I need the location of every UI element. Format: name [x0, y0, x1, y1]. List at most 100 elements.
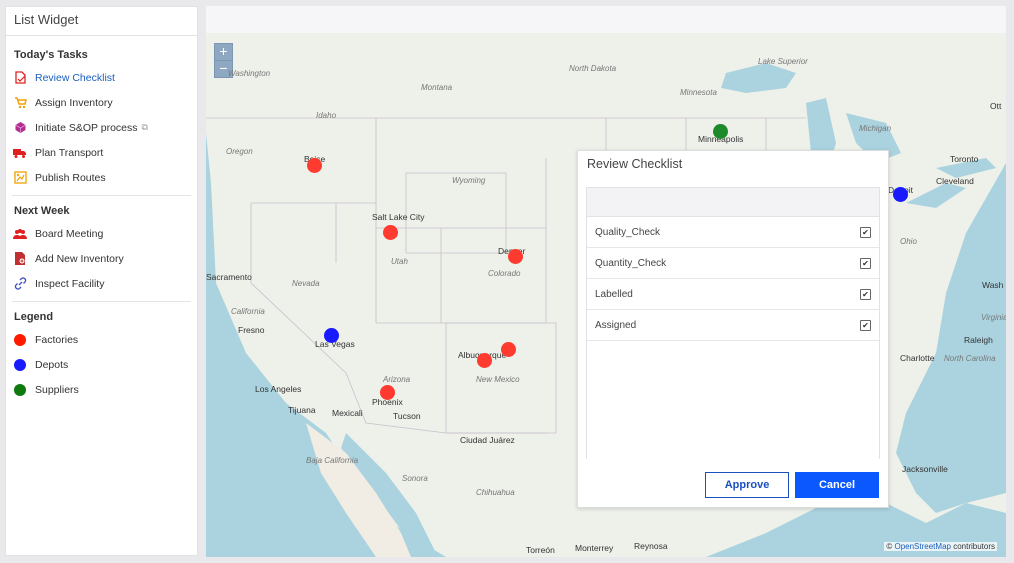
- task-label: Plan Transport: [35, 146, 104, 159]
- factory-marker[interactable]: [508, 249, 523, 264]
- section-heading-next-week: Next Week: [14, 205, 70, 217]
- task-label: Inspect Facility: [35, 277, 105, 290]
- factory-marker[interactable]: [380, 385, 395, 400]
- task-publish-routes[interactable]: Publish Routes: [6, 165, 197, 190]
- map-label: California: [231, 307, 265, 316]
- map-label: Raleigh: [964, 335, 993, 345]
- legend-suppliers: Suppliers: [6, 377, 197, 402]
- osm-link[interactable]: OpenStreetMap: [894, 542, 950, 551]
- checklist-row-label: Quantity_Check: [595, 257, 667, 269]
- link-icon: [13, 277, 27, 291]
- legend-label: Factories: [35, 333, 79, 346]
- map-label: Idaho: [316, 111, 337, 120]
- factory-marker[interactable]: [383, 225, 398, 240]
- legend-label: Depots: [35, 358, 69, 371]
- map-label: Nevada: [292, 279, 320, 288]
- map-label: Ciudad Juárez: [460, 435, 515, 445]
- task-initiate-sop[interactable]: Initiate S&OP process ⧉: [6, 115, 197, 140]
- task-label: Initiate S&OP process: [35, 121, 138, 134]
- task-assign-inventory[interactable]: Assign Inventory: [6, 90, 197, 115]
- factory-marker[interactable]: [307, 158, 322, 173]
- external-link-icon[interactable]: ⧉: [142, 122, 148, 133]
- checklist-row-label: Assigned: [595, 319, 637, 331]
- map-label: Washington: [228, 69, 271, 78]
- map-label: Arizona: [383, 375, 411, 384]
- cube-icon: [13, 121, 27, 135]
- checkbox[interactable]: ✔: [860, 257, 871, 269]
- checklist-table: Quality_Check ✔ Quantity_Check ✔ Labelle…: [586, 187, 880, 459]
- task-label: Review Checklist: [35, 71, 115, 84]
- map-label: Minnesota: [680, 88, 717, 97]
- people-icon: [13, 227, 27, 241]
- factory-marker[interactable]: [477, 353, 492, 368]
- task-label: Publish Routes: [35, 171, 106, 184]
- map-label: Sacramento: [206, 272, 252, 282]
- cart-icon: [13, 96, 27, 110]
- task-label: Assign Inventory: [35, 96, 113, 109]
- cancel-button[interactable]: Cancel: [795, 472, 879, 498]
- checkbox[interactable]: ✔: [860, 226, 871, 238]
- map-attribution: © OpenStreetMap contributors: [884, 542, 997, 551]
- document-icon: [13, 252, 27, 266]
- task-label: Add New Inventory: [35, 252, 124, 265]
- map-label: Tijuana: [288, 405, 316, 415]
- map-label: Torreón: [526, 545, 555, 555]
- checklist-row: Labelled ✔: [587, 279, 879, 310]
- map-label: Toronto: [950, 154, 979, 164]
- checkbox[interactable]: ✔: [860, 288, 871, 300]
- map-label: Jacksonville: [902, 464, 948, 474]
- task-add-new-inventory[interactable]: Add New Inventory: [6, 246, 197, 271]
- supplier-marker[interactable]: [713, 124, 728, 139]
- map-label: Salt Lake City: [372, 212, 425, 222]
- legend-depots: Depots: [6, 352, 197, 377]
- map-label: Monterrey: [575, 543, 614, 553]
- depot-marker[interactable]: [324, 328, 339, 343]
- checklist-row: Quantity_Check ✔: [587, 248, 879, 279]
- map-label: North Carolina: [944, 354, 996, 363]
- factory-dot-icon: [14, 333, 26, 346]
- checklist-row-label: Quality_Check: [595, 226, 661, 238]
- factory-marker[interactable]: [501, 342, 516, 357]
- attribution-suffix: contributors: [950, 542, 995, 551]
- task-board-meeting[interactable]: Board Meeting: [6, 221, 197, 246]
- map-label: Wyoming: [452, 176, 486, 185]
- map-label: Colorado: [488, 269, 521, 278]
- map-icon: [13, 171, 27, 185]
- checklist-icon: [13, 71, 27, 85]
- supplier-dot-icon: [14, 383, 26, 396]
- map-label: Fresno: [238, 325, 265, 335]
- map-label: Utah: [391, 257, 408, 266]
- review-checklist-dialog: Review Checklist Quality_Check ✔ Quantit…: [577, 150, 889, 508]
- zoom-in-button[interactable]: +: [214, 43, 233, 61]
- map-label: Lake Superior: [758, 57, 808, 66]
- checklist-row-label: Labelled: [595, 288, 633, 300]
- map-label: Ott: [990, 101, 1002, 111]
- map-label: Charlotte: [900, 353, 935, 363]
- section-heading-today: Today's Tasks: [14, 49, 88, 61]
- map-label: Mexicali: [332, 408, 363, 418]
- map-header-bar: [206, 6, 1006, 34]
- task-inspect-facility[interactable]: Inspect Facility: [6, 271, 197, 296]
- map-label: Los Angeles: [255, 384, 302, 394]
- map-label: Virginia: [981, 313, 1006, 322]
- task-plan-transport[interactable]: Plan Transport: [6, 140, 197, 165]
- map-label: Oregon: [226, 147, 253, 156]
- legend-label: Suppliers: [35, 383, 79, 396]
- map-label: Chihuahua: [476, 488, 515, 497]
- list-widget-panel: List Widget Today's Tasks Review Checkli…: [5, 6, 198, 556]
- map-label: Ohio: [900, 237, 917, 246]
- checklist-header: [587, 188, 879, 217]
- depot-marker[interactable]: [893, 187, 908, 202]
- task-review-checklist[interactable]: Review Checklist: [6, 65, 197, 90]
- map-label: Baja California: [306, 456, 359, 465]
- section-divider: [12, 301, 191, 302]
- approve-button[interactable]: Approve: [705, 472, 789, 498]
- map-label: Reynosa: [634, 541, 668, 551]
- checkbox[interactable]: ✔: [860, 319, 871, 331]
- map-label: Michigan: [859, 124, 892, 133]
- depot-dot-icon: [14, 358, 26, 371]
- panel-title: List Widget: [6, 7, 197, 36]
- task-label: Board Meeting: [35, 227, 104, 240]
- map-label: Sonora: [402, 474, 428, 483]
- map-label: North Dakota: [569, 64, 617, 73]
